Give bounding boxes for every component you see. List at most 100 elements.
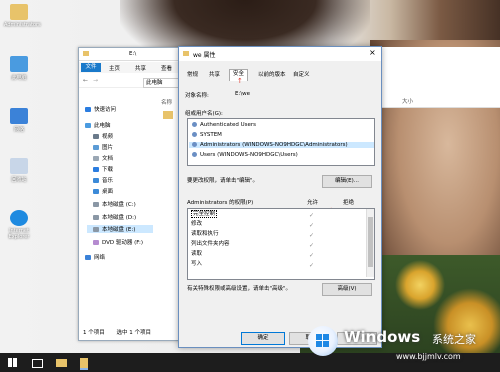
nav-item-videos[interactable]: 视频 [93,132,113,140]
nav-item-network[interactable]: 网络 [85,253,105,261]
nav-item-drive-d[interactable]: 本地磁盘 (D:) [93,213,136,221]
nav-item-documents[interactable]: 文档 [93,154,113,162]
status-item-count: 1 个项目 [83,330,105,336]
ie-icon [10,210,28,226]
ribbon-tab-view[interactable]: 查看 [161,64,172,72]
tab-general[interactable]: 常规 [184,71,201,80]
annotation-arrow-icon: ↑ [237,77,243,85]
desktop-icon-network[interactable]: 网络 [4,108,34,133]
check-icon: ✓ [309,212,315,219]
desktop-icon [93,189,99,194]
watermark-url: www.bjjmlv.com [396,352,461,361]
folder-icon [183,51,189,56]
permission-row: 完全控制 ✓ [191,210,317,219]
edit-button[interactable]: 编辑(E)... [322,175,372,188]
dialog-titlebar: we 属性 × [179,47,381,61]
forward-arrow-icon[interactable]: → [93,77,98,84]
tab-sharing[interactable]: 共享 [206,71,223,80]
permissions-listbox[interactable]: 完全控制 ✓ 修改 ✓ 读取和执行 ✓ 列出文件夹内容 ✓ 读取 ✓ 写入 ✓ [187,208,375,280]
nav-label: 本地磁盘 (C:) [102,202,136,208]
nav-label: 本地磁盘 (D:) [102,215,137,221]
check-icon: ✓ [309,232,315,239]
nav-item-downloads[interactable]: 下载 [93,165,113,173]
drive-icon [93,202,99,207]
user-row[interactable]: SYSTEM [192,132,222,138]
permission-name: 读取和执行 [191,231,219,237]
dialog-title: we 属性 [193,52,216,59]
permission-name: 完全控制 [191,210,218,218]
drive-icon [93,227,99,232]
check-icon: ✓ [309,242,315,249]
network-icon [85,255,91,260]
ribbon-tab-share[interactable]: 共享 [135,64,146,72]
user-row[interactable]: Authenticated Users [192,122,256,128]
background-window: 大小 [380,47,500,108]
tab-customize[interactable]: 自定义 [290,71,313,80]
user-row-selected[interactable]: Administrators (WINDOWS-NO9HDGC\Administ… [189,142,374,148]
dvd-icon [93,240,99,245]
nav-label: 视频 [102,134,114,140]
advanced-hint: 有关特殊权限或高级设置，请单击"高级"。 [187,286,292,292]
nav-label: 网络 [94,255,106,261]
network-icon [10,108,28,124]
ribbon-tab-home[interactable]: 主页 [109,64,120,72]
ribbon-tab-file[interactable]: 文件 [81,63,101,72]
document-icon [93,156,99,161]
nav-label: 下载 [102,167,114,173]
desktop-icon-label: 网络 [13,127,24,133]
explorer-title: E:\ [129,51,137,57]
user-name: SYSTEM [200,132,222,138]
nav-item-this-pc[interactable]: 此电脑 [85,121,111,129]
back-arrow-icon[interactable]: ← [83,77,88,84]
users-listbox[interactable]: Authenticated Users SYSTEM Administrator… [187,118,375,166]
file-explorer-icon[interactable] [56,359,67,367]
ok-button[interactable]: 确定 [241,332,285,345]
advanced-button[interactable]: 高级(V) [322,283,372,296]
folder-window-icon[interactable] [80,358,88,370]
recycle-bin-icon [10,158,28,174]
nav-item-drive-e[interactable]: 本地磁盘 (E:) [87,225,153,233]
user-row[interactable]: Users (WINDOWS-NO9HDGC\Users) [192,152,298,158]
check-icon: ✓ [309,262,315,269]
watermark-suffix: 系统之家 [432,333,476,346]
nav-item-desktop[interactable]: 桌面 [93,187,113,195]
object-name-label: 对象名称: [185,93,209,99]
user-group-icon [192,142,197,147]
size-column-header: 大小 [402,99,414,105]
properties-dialog[interactable]: we 属性 × 常规 共享 安全 以前的版本 自定义 ↑ 对象名称: E:\we… [178,46,382,348]
computer-icon [85,123,91,128]
status-selected: 选中 1 个项目 [116,330,152,336]
status-bar: 1 个项目 选中 1 个项目 [83,328,151,336]
nav-item-music[interactable]: 音乐 [93,176,113,184]
computer-icon [10,56,28,72]
desktop-icon-administrators[interactable]: Administrators [4,4,41,28]
object-name-value: E:\we [235,91,251,97]
scrollbar-thumb[interactable] [368,217,373,267]
user-name: Administrators (WINDOWS-NO9HDGC\Administ… [200,142,348,148]
permission-row: 修改 ✓ [191,220,317,229]
windows-logo-icon [308,326,338,356]
nav-item-dvd[interactable]: DVD 驱动器 (F:) [93,238,143,246]
check-icon: ✓ [309,252,315,259]
close-icon[interactable]: × [369,48,376,57]
tab-previous-versions[interactable]: 以前的版本 [255,71,289,80]
download-icon [93,167,99,172]
desktop-icon-recycle-bin[interactable]: 回收站 [4,158,34,183]
user-group-icon [192,122,197,127]
folder-icon[interactable] [163,111,173,119]
permission-name: 读取 [191,251,203,257]
nav-item-quick-access[interactable]: 快速访问 [85,105,116,113]
permission-row: 列出文件夹内容 ✓ [191,240,317,249]
desktop-icon-computer[interactable]: 此电脑 [4,56,34,81]
nav-label: 图片 [102,145,114,151]
desktop-icon-ie[interactable]: Internet Explorer [4,210,34,240]
nav-item-pictures[interactable]: 图片 [93,143,113,151]
task-view-icon[interactable] [32,359,43,368]
music-icon [93,178,99,183]
nav-item-drive-c[interactable]: 本地磁盘 (C:) [93,200,136,208]
permission-name: 修改 [191,221,203,227]
permission-name: 列出文件夹内容 [191,241,230,247]
start-windows-icon[interactable] [8,358,17,367]
name-column-header[interactable]: 名称 [161,98,172,106]
permissions-scrollbar[interactable] [366,209,374,277]
